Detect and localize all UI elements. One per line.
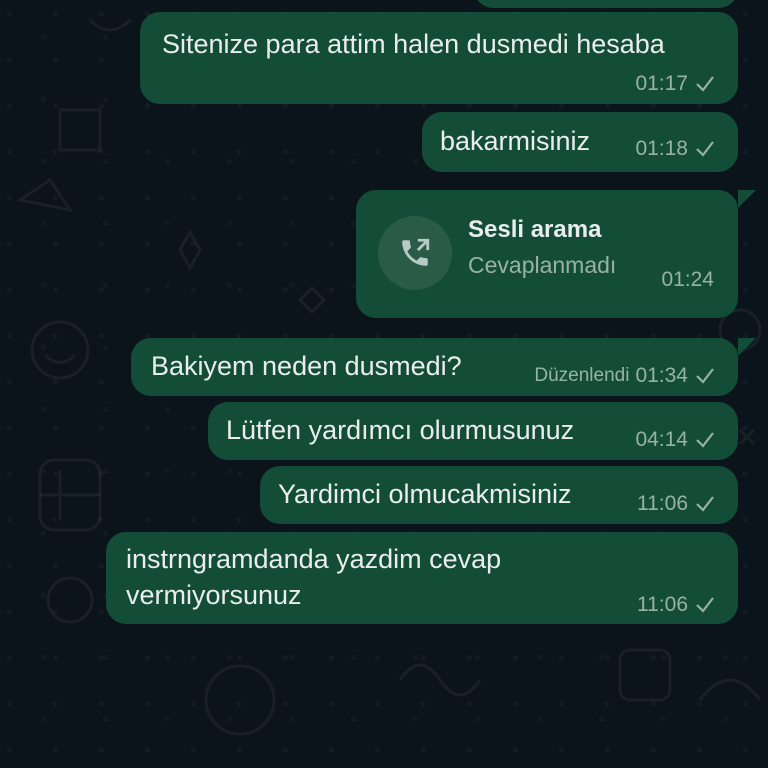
message-time: 01:17: [635, 72, 688, 95]
outgoing-call-icon: [402, 238, 430, 266]
single-check-icon: [696, 141, 714, 157]
message-bubble[interactable]: Yardimci olmucakmisiniz 11:06: [260, 466, 738, 524]
message-text-line-1: instrngramdanda yazdim cevap: [126, 544, 502, 574]
message-text: Yardimci olmucakmisiniz: [278, 479, 572, 509]
single-check-icon: [696, 432, 714, 448]
single-check-icon: [696, 597, 714, 613]
message-bubble-partial[interactable]: [474, 0, 738, 8]
message-text: Bakiyem neden dusmedi?: [151, 351, 462, 381]
message-text: Sitenize para attim halen dusmedi hesaba: [162, 29, 665, 59]
message-time: 01:24: [661, 268, 714, 291]
single-check-icon: [696, 496, 714, 512]
single-check-icon: [696, 368, 714, 384]
bubble-tail: [738, 190, 756, 208]
voice-call-bubble[interactable]: Sesli arama Cevaplanmadı 01:24: [356, 190, 738, 318]
message-meta: 11:06: [637, 593, 716, 617]
message-time: 11:06: [637, 492, 688, 515]
edited-label: Düzenlendi: [534, 365, 630, 386]
bubble-tail: [738, 338, 756, 356]
message-time: 11:06: [637, 593, 688, 616]
single-check-icon: [696, 76, 714, 92]
message-bubble[interactable]: Bakiyem neden dusmedi? Düzenlendi 01:34: [131, 338, 738, 396]
call-icon-circle: [378, 216, 452, 290]
message-bubble[interactable]: bakarmisiniz 01:18: [422, 112, 738, 172]
message-meta: 01:24: [661, 268, 714, 292]
message-meta: Düzenlendi 01:34: [534, 364, 716, 388]
message-bubble[interactable]: Sitenize para attim halen dusmedi hesaba…: [140, 12, 738, 104]
message-meta: 01:17: [635, 72, 716, 96]
message-meta: 01:18: [635, 137, 716, 161]
message-meta: 04:14: [635, 428, 716, 452]
message-text: Lütfen yardımcı olurmusunuz: [226, 415, 575, 445]
message-time: 01:18: [635, 137, 688, 160]
message-time: 04:14: [635, 428, 688, 451]
message-time: 01:34: [635, 364, 688, 387]
message-text: bakarmisiniz: [440, 126, 591, 156]
message-bubble[interactable]: instrngramdanda yazdim cevap vermiyorsun…: [106, 532, 738, 624]
call-title: Sesli arama: [468, 216, 602, 243]
call-status: Cevaplanmadı: [468, 252, 617, 278]
message-text-line-2: vermiyorsunuz: [126, 580, 302, 610]
message-meta: 11:06: [637, 492, 716, 516]
message-bubble[interactable]: Lütfen yardımcı olurmusunuz 04:14: [208, 402, 738, 460]
